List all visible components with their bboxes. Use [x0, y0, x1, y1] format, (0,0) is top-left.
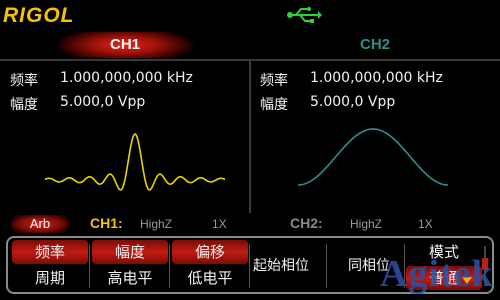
tab-ch1[interactable]: CH1: [0, 32, 250, 58]
watermark: Agitek: [380, 253, 494, 295]
channel-tabs: CH1 CH2: [0, 32, 500, 58]
ch1-amp-label: 幅度: [10, 97, 38, 113]
ch2-freq-label: 频率: [260, 73, 288, 89]
status-ch1-impedance: HighZ: [140, 217, 173, 231]
softkey-freq[interactable]: 频率 周期: [12, 240, 88, 292]
softkey-high-level-label[interactable]: 高电平: [92, 266, 168, 290]
softkey-amplitude-label[interactable]: 幅度: [92, 240, 168, 264]
ch1-freq-label: 频率: [10, 73, 38, 89]
ch1-waveform: [45, 133, 225, 191]
status-ch1-multiplier: 1X: [212, 217, 227, 231]
ch2-amp-label: 幅度: [260, 97, 288, 113]
top-bar: RIGOL: [0, 0, 500, 30]
channel-divider: [249, 61, 251, 213]
softkey-start-phase[interactable]: 起始相位: [238, 240, 324, 292]
softkey-period-label[interactable]: 周期: [12, 266, 88, 290]
ch2-freq-value[interactable]: 1.000,000,000 kHz: [310, 70, 443, 86]
ch1-amp-value[interactable]: 5.000,0 Vpp: [60, 94, 145, 110]
key-divider: [89, 244, 90, 288]
rigol-logo: RIGOL: [3, 4, 75, 27]
status-ch1-label: CH1:: [90, 215, 123, 231]
status-ch2-impedance: HighZ: [350, 217, 383, 231]
softkey-start-phase-label[interactable]: 起始相位: [238, 240, 324, 292]
mode-badge[interactable]: Arb: [11, 215, 69, 233]
ch2-amp-value[interactable]: 5.000,0 Vpp: [310, 94, 395, 110]
softkey-offset[interactable]: 偏移 低电平: [172, 240, 248, 292]
softkey-low-level-label[interactable]: 低电平: [172, 266, 248, 290]
key-divider: [169, 244, 170, 288]
usb-icon: [287, 7, 322, 23]
status-ch2-label: CH2:: [290, 215, 323, 231]
softkey-amplitude[interactable]: 幅度 高电平: [92, 240, 168, 292]
ch1-freq-value[interactable]: 1.000,000,000 kHz: [60, 70, 193, 86]
softkey-freq-label[interactable]: 频率: [12, 240, 88, 264]
tab-ch2[interactable]: CH2: [250, 32, 500, 58]
ch2-waveform: [298, 128, 448, 186]
status-ch2-multiplier: 1X: [418, 217, 433, 231]
softkey-offset-label[interactable]: 偏移: [172, 240, 248, 264]
status-bar: Arb CH1: HighZ 1X CH2: HighZ 1X: [0, 214, 500, 234]
